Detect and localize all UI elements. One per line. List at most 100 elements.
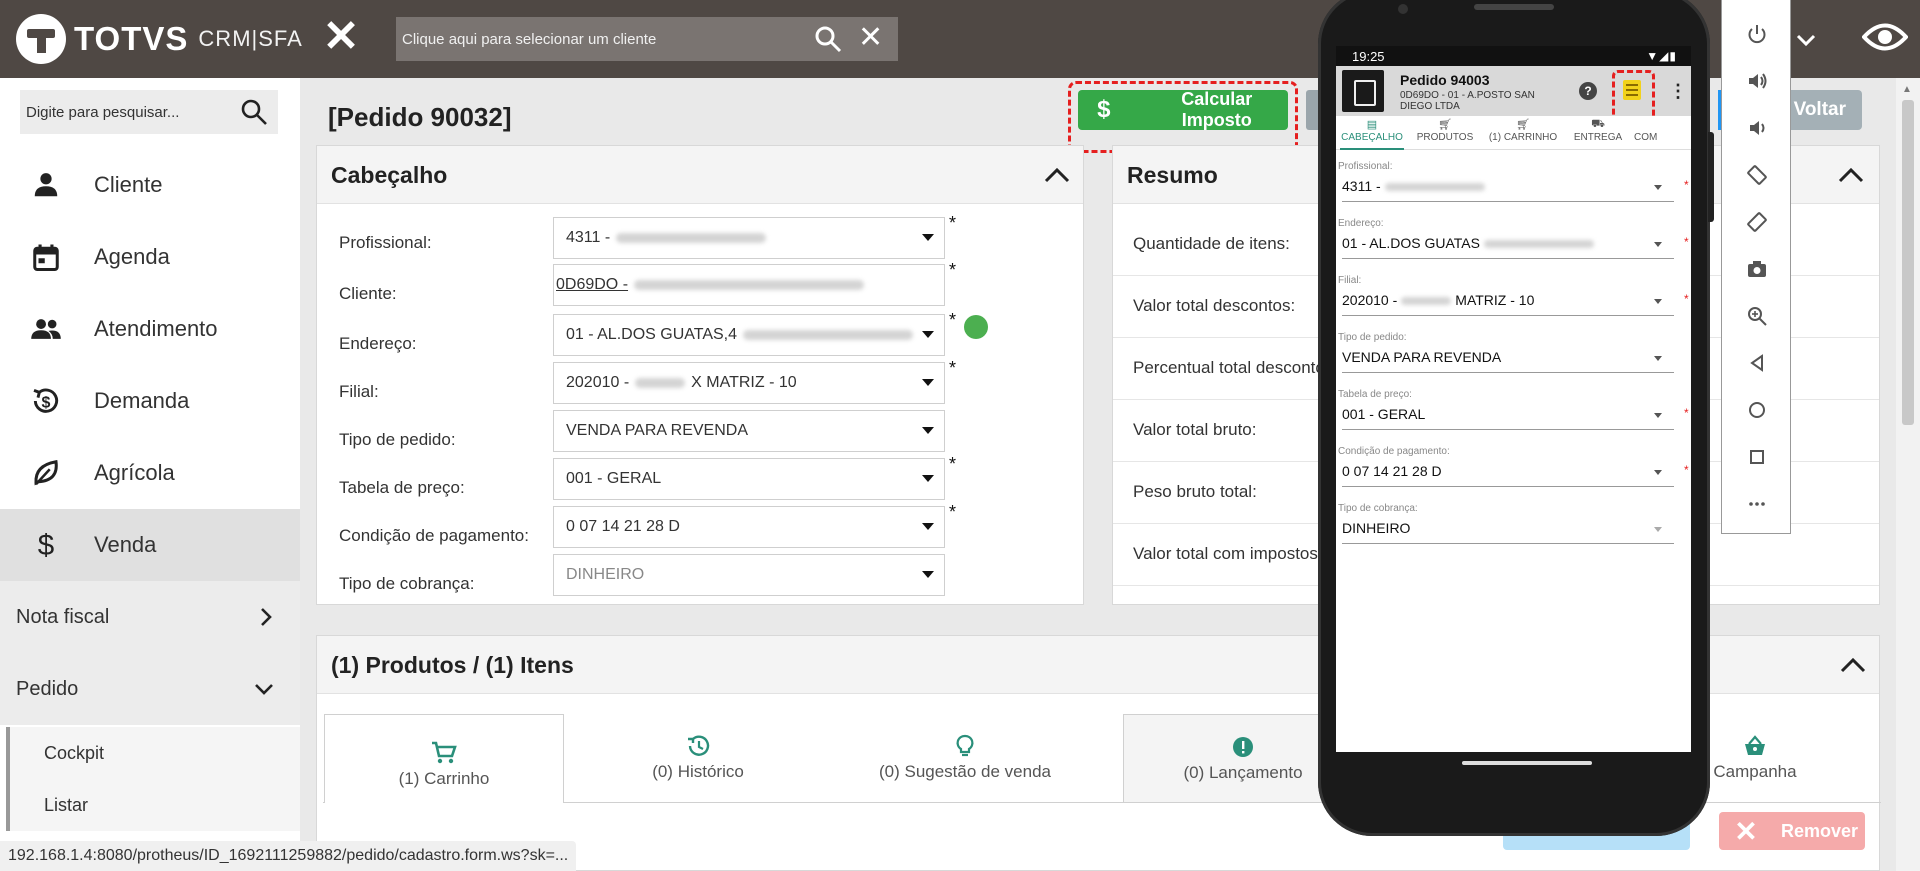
tipo-cobranca-select[interactable]: DINHEIRO: [553, 554, 945, 596]
phone-home-indicator[interactable]: [1462, 761, 1592, 765]
sidebar-subitem-cockpit[interactable]: Cockpit: [6, 727, 300, 779]
sidebar-item-label: Agenda: [94, 244, 170, 269]
back-icon[interactable]: [1741, 347, 1773, 379]
cliente-field[interactable]: 0D69DO -: [553, 264, 945, 306]
summary-label: Quantidade de itens:: [1133, 234, 1290, 253]
sidebar-group-pedido[interactable]: Pedido: [0, 653, 300, 725]
phone-field-label: Tabela de preço:: [1338, 389, 1412, 400]
tab-sugestao[interactable]: (0) Sugestão de venda: [850, 734, 1080, 822]
eye-icon[interactable]: [1862, 20, 1908, 54]
phone-tab-produtos[interactable]: 🛒︎ PRODUTOS: [1414, 116, 1476, 150]
sidebar-item-demanda[interactable]: $ Demanda: [0, 365, 300, 437]
rotate-right-icon[interactable]: [1741, 206, 1773, 238]
required-mark: *: [949, 454, 957, 474]
sidebar-item-atendimento[interactable]: Atendimento: [0, 293, 300, 365]
phone-tab-cabecalho[interactable]: ▤ CABEÇALHO: [1340, 116, 1404, 150]
phone-tipo-cobranca-select[interactable]: DINHEIRO: [1342, 520, 1674, 544]
required-mark: *: [949, 310, 957, 330]
sidebar-item-agricola[interactable]: Agrícola: [0, 437, 300, 509]
sidebar-item-agenda[interactable]: Agenda: [0, 221, 300, 293]
phone-time: 19:25: [1352, 49, 1385, 64]
scroll-up-icon[interactable]: ▲: [1902, 84, 1912, 95]
highlight-box: [1612, 70, 1655, 122]
lightbulb-icon: [956, 734, 974, 757]
profissional-select[interactable]: 4311 -: [553, 217, 945, 259]
chevron-down-icon[interactable]: [1794, 28, 1818, 52]
phone-signal-icons: ▼◢▮: [1646, 49, 1677, 63]
field-label: Cliente:: [339, 284, 397, 303]
field-label: Profissional:: [339, 233, 432, 252]
summary-label: Valor total com impostos: [1133, 544, 1318, 563]
phone-field-filial: Filial: 202010 - MATRIZ - 10 *: [1338, 270, 1689, 316]
rotate-left-icon[interactable]: [1741, 159, 1773, 191]
endereco-select[interactable]: 01 - AL.DOS GUATAS,4: [553, 314, 945, 356]
phone-tab-label: PRODUTOS: [1416, 132, 1474, 143]
chevron-down-icon: [255, 684, 273, 695]
chevron-up-icon[interactable]: [1837, 164, 1865, 186]
history-icon: [688, 735, 710, 756]
search-icon[interactable]: [240, 98, 268, 126]
summary-label: Valor total descontos:: [1133, 296, 1296, 315]
sidebar-search-input[interactable]: [26, 90, 236, 134]
chevron-up-icon[interactable]: [1839, 654, 1867, 676]
sidebar-subitem-listar[interactable]: Listar: [6, 779, 300, 831]
header-card-title: Cabeçalho: [331, 162, 448, 188]
phone-field-label: Tipo de cobrança:: [1338, 503, 1418, 514]
sidebar-item-label: Agrícola: [94, 460, 175, 485]
volume-down-icon[interactable]: [1741, 112, 1773, 144]
required-mark: *: [949, 358, 957, 378]
scrollbar-thumb[interactable]: [1902, 100, 1914, 425]
home-icon[interactable]: [1741, 394, 1773, 426]
field-profissional: Profissional: 4311 - *: [317, 213, 1087, 261]
tipo-pedido-select[interactable]: VENDA PARA REVENDA: [553, 410, 945, 452]
remove-button[interactable]: ✕ Remover: [1719, 812, 1865, 850]
zoom-icon[interactable]: [1741, 300, 1773, 332]
svg-text:$: $: [42, 395, 51, 412]
client-search-input[interactable]: [402, 17, 802, 61]
sidebar-item-venda[interactable]: $ Venda: [0, 509, 300, 581]
dropdown-arrow-icon: [922, 571, 934, 578]
search-icon[interactable]: [814, 25, 842, 53]
help-icon[interactable]: ?: [1579, 82, 1597, 100]
power-icon[interactable]: [1741, 18, 1773, 50]
more-vert-icon[interactable]: ⋮: [1669, 82, 1687, 100]
sidebar-search: [20, 90, 278, 134]
more-icon[interactable]: [1741, 488, 1773, 520]
sidebar-subitem-label: Listar: [44, 794, 89, 815]
tabela-preco-select[interactable]: 001 - GERAL: [553, 458, 945, 500]
phone-filial-select[interactable]: 202010 - MATRIZ - 10: [1342, 292, 1674, 316]
phone-tabela-preco-select[interactable]: 001 - GERAL: [1342, 406, 1674, 430]
person-icon: [26, 165, 66, 205]
page-scrollbar[interactable]: ▲: [1896, 78, 1920, 871]
phone-tab-entrega[interactable]: ⛟ ENTREGA: [1570, 116, 1626, 150]
sidebar-group-nota-fiscal[interactable]: Nota fiscal: [0, 581, 300, 653]
tab-campanha[interactable]: Campanha: [1700, 734, 1810, 822]
tab-carrinho[interactable]: (1) Carrinho: [324, 714, 564, 803]
totvs-logo[interactable]: TOTVS CRM|SFA: [16, 14, 303, 64]
status-indicator: [964, 315, 988, 339]
phone-tab-carrinho[interactable]: 🛒︎ (1) CARRINHO: [1484, 116, 1562, 150]
phone-profissional-select[interactable]: 4311 -: [1342, 178, 1674, 202]
clear-client-icon[interactable]: ✕: [858, 21, 883, 55]
condicao-pagamento-select[interactable]: 0 07 14 21 28 D: [553, 506, 945, 548]
phone-field-value: 001 - GERAL: [1342, 406, 1426, 422]
field-label: Tabela de preço:: [339, 478, 465, 497]
sidebar-item-label: Venda: [94, 532, 157, 557]
volume-up-icon[interactable]: [1741, 65, 1773, 97]
chevron-up-icon[interactable]: [1043, 164, 1071, 186]
tab-historico[interactable]: (0) Histórico: [578, 734, 818, 822]
sidebar-item-cliente[interactable]: Cliente: [0, 149, 300, 221]
close-menu-icon[interactable]: ✕: [322, 15, 360, 59]
select-value: 4311 -: [566, 229, 611, 246]
phone-tab-more[interactable]: COM: [1634, 116, 1674, 150]
phone-condicao-pagamento-select[interactable]: 0 07 14 21 28 D: [1342, 463, 1674, 487]
camera-icon[interactable]: [1741, 253, 1773, 285]
phone-tipo-pedido-select[interactable]: VENDA PARA REVENDA: [1342, 349, 1674, 373]
phone-endereco-select[interactable]: 01 - AL.DOS GUATAS: [1342, 235, 1674, 259]
logo-mark-icon: [16, 14, 66, 64]
filial-select[interactable]: 202010 - X MATRIZ - 10: [553, 362, 945, 404]
field-value: 0D69DO -: [556, 276, 629, 293]
summary-label: Peso bruto total:: [1133, 482, 1257, 501]
overview-icon[interactable]: [1741, 441, 1773, 473]
sidebar-item-label: Cliente: [94, 172, 163, 197]
